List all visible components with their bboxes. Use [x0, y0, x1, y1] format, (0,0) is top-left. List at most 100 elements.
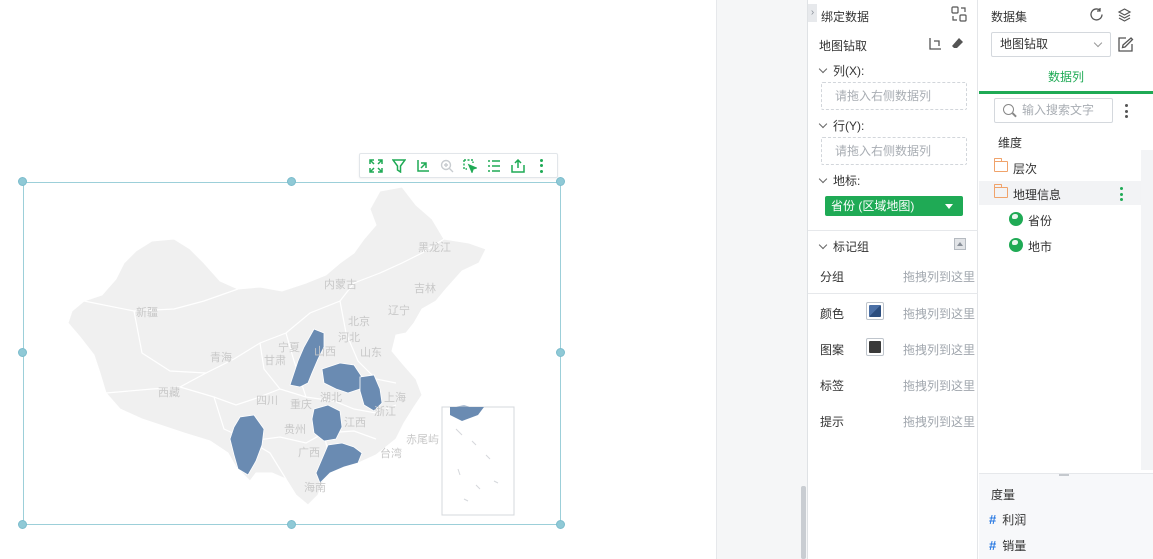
measure-item-sales[interactable]: # 销量 — [989, 537, 1026, 554]
eraser-icon[interactable] — [951, 37, 964, 53]
tree-item-city[interactable]: 地市 — [979, 233, 1141, 257]
globe-icon — [1009, 212, 1023, 226]
measure-label: 销量 — [1002, 539, 1027, 553]
search-input[interactable]: 输入搜索文字 — [994, 98, 1113, 123]
mark-group-label: 标记组 — [833, 240, 870, 254]
chevron-down-icon — [818, 174, 828, 184]
mark-row-pattern[interactable]: 图案 拖拽列到这里 — [819, 338, 975, 358]
folder-icon — [993, 158, 1008, 172]
color-swatch-button[interactable] — [866, 302, 884, 320]
mark-drop-hint[interactable]: 拖拽列到这里 — [903, 268, 975, 285]
tree-item-label: 地理信息 — [1013, 188, 1062, 202]
measure-item-profit[interactable]: # 利润 — [989, 511, 1026, 528]
chevron-down-icon — [818, 119, 828, 129]
dimension-header: 维度 — [998, 136, 1023, 150]
rows-label: 行(Y): — [833, 119, 865, 133]
panel-gutter — [716, 0, 807, 559]
mark-settings-icon[interactable] — [954, 238, 966, 253]
expand-icon[interactable] — [367, 157, 385, 175]
tree-item-geo-info[interactable]: 地理信息 — [979, 181, 1141, 205]
zoom-icon[interactable] — [438, 157, 456, 175]
tree-item-label: 地市 — [1028, 240, 1053, 254]
tree-item-label: 省份 — [1028, 214, 1053, 228]
globe-icon — [1009, 238, 1023, 252]
mark-row-group[interactable]: 分组 拖拽列到这里 — [819, 265, 975, 285]
search-icon — [1003, 104, 1014, 115]
chevron-down-icon — [818, 64, 828, 74]
tab-data-columns[interactable]: 数据列 — [979, 66, 1153, 94]
dataset-scrollbar[interactable] — [1141, 150, 1153, 470]
dashboard-canvas[interactable]: 黑龙江 吉林 内蒙古 辽宁 北京 河北 新疆 宁夏 山东 甘肃 青海 山西 西藏… — [0, 0, 716, 559]
mark-drop-hint[interactable]: 拖拽列到这里 — [903, 377, 975, 394]
mark-drop-hint[interactable]: 拖拽列到这里 — [903, 305, 975, 322]
map-base-region — [67, 186, 487, 506]
more-options-icon[interactable] — [1119, 187, 1123, 201]
mark-group-section[interactable]: 标记组 — [818, 238, 870, 255]
section-divider — [808, 293, 978, 294]
map-label: 黑龙江 — [418, 241, 451, 254]
tree-item-hierarchy[interactable]: 层次 — [979, 155, 1141, 179]
edit-dataset-icon[interactable] — [1117, 36, 1134, 56]
mark-row-label[interactable]: 标签 拖拽列到这里 — [819, 374, 975, 394]
chart-toolbar — [359, 153, 558, 178]
more-icon[interactable] — [532, 157, 550, 175]
measure-header: 度量 — [991, 488, 1016, 502]
app-root: 黑龙江 吉林 内蒙古 辽宁 北京 河北 新疆 宁夏 山东 甘肃 青海 山西 西藏… — [0, 0, 1153, 559]
canvas-scrollbar[interactable] — [801, 486, 806, 559]
mark-label: 提示 — [820, 415, 845, 429]
map-label: 四川 — [256, 395, 278, 407]
splitter-handle[interactable] — [1059, 474, 1069, 476]
columns-drop-zone[interactable]: 请拖入右侧数据列 — [821, 82, 967, 110]
mark-row-color[interactable]: 颜色 拖拽列到这里 — [819, 302, 975, 322]
swap-axes-icon[interactable] — [951, 6, 967, 25]
mark-drop-hint[interactable]: 拖拽列到这里 — [903, 341, 975, 358]
map-label: 内蒙古 — [324, 277, 357, 291]
hash-icon: # — [989, 538, 997, 553]
dataset-select-value: 地图钻取 — [1000, 37, 1049, 51]
tree-item-province[interactable]: 省份 — [979, 207, 1141, 231]
list-icon[interactable] — [485, 157, 503, 175]
collapse-panel-button[interactable]: › — [808, 4, 817, 22]
chevron-down-icon — [1093, 38, 1103, 48]
dataset-switch-icon[interactable] — [1117, 7, 1132, 25]
dataset-panel: 数据集 地图钻取 数据列 输入搜索文字 维度 层次 地理信息 省份 地市 度量 … — [979, 0, 1153, 559]
dataset-title: 数据集 — [991, 10, 1028, 24]
geo-field-pill[interactable]: 省份 (区域地图) — [825, 196, 963, 216]
measure-section: 度量 # 利润 # 销量 — [979, 473, 1153, 559]
rows-section[interactable]: 行(Y): — [818, 117, 865, 134]
map-label: 贵州 — [284, 423, 306, 436]
map-label: 甘肃 — [264, 354, 286, 367]
mark-drop-hint[interactable]: 拖拽列到这里 — [903, 413, 975, 430]
columns-section[interactable]: 列(X): — [818, 62, 864, 79]
geo-section[interactable]: 地标: — [818, 172, 860, 189]
map-label: 山东 — [360, 346, 382, 359]
pattern-swatch-button[interactable] — [866, 338, 884, 356]
mark-row-tooltip[interactable]: 提示 拖拽列到这里 — [819, 410, 975, 430]
drill-icon[interactable] — [414, 157, 432, 175]
chevron-down-icon — [818, 240, 828, 250]
dataset-select[interactable]: 地图钻取 — [991, 32, 1111, 57]
map-label: 青海 — [210, 350, 232, 364]
map-label: 台湾 — [380, 446, 402, 460]
map-label: 浙江 — [374, 405, 396, 418]
china-region-map[interactable]: 黑龙江 吉林 内蒙古 辽宁 北京 河北 新疆 宁夏 山东 甘肃 青海 山西 西藏… — [24, 183, 560, 524]
mark-label: 图案 — [820, 343, 845, 357]
drill-settings-icon[interactable] — [928, 37, 942, 54]
select-icon[interactable] — [461, 157, 479, 175]
map-label: 广西 — [298, 446, 320, 459]
map-label: 西藏 — [158, 386, 180, 399]
map-label: 上海 — [384, 390, 406, 404]
caret-down-icon[interactable] — [945, 204, 953, 209]
export-icon[interactable] — [509, 157, 527, 175]
rows-drop-zone[interactable]: 请拖入右侧数据列 — [821, 137, 967, 165]
bind-panel-title: 绑定数据 — [821, 10, 870, 24]
folder-icon — [993, 184, 1008, 198]
refresh-icon[interactable] — [1089, 7, 1104, 25]
filter-icon[interactable] — [390, 157, 408, 175]
map-label: 宁夏 — [278, 340, 300, 354]
map-label: 山西 — [314, 345, 336, 358]
south-china-sea-inset — [441, 406, 515, 516]
hash-icon: # — [989, 512, 997, 527]
section-divider — [808, 230, 978, 231]
more-options-icon[interactable] — [1124, 104, 1128, 118]
